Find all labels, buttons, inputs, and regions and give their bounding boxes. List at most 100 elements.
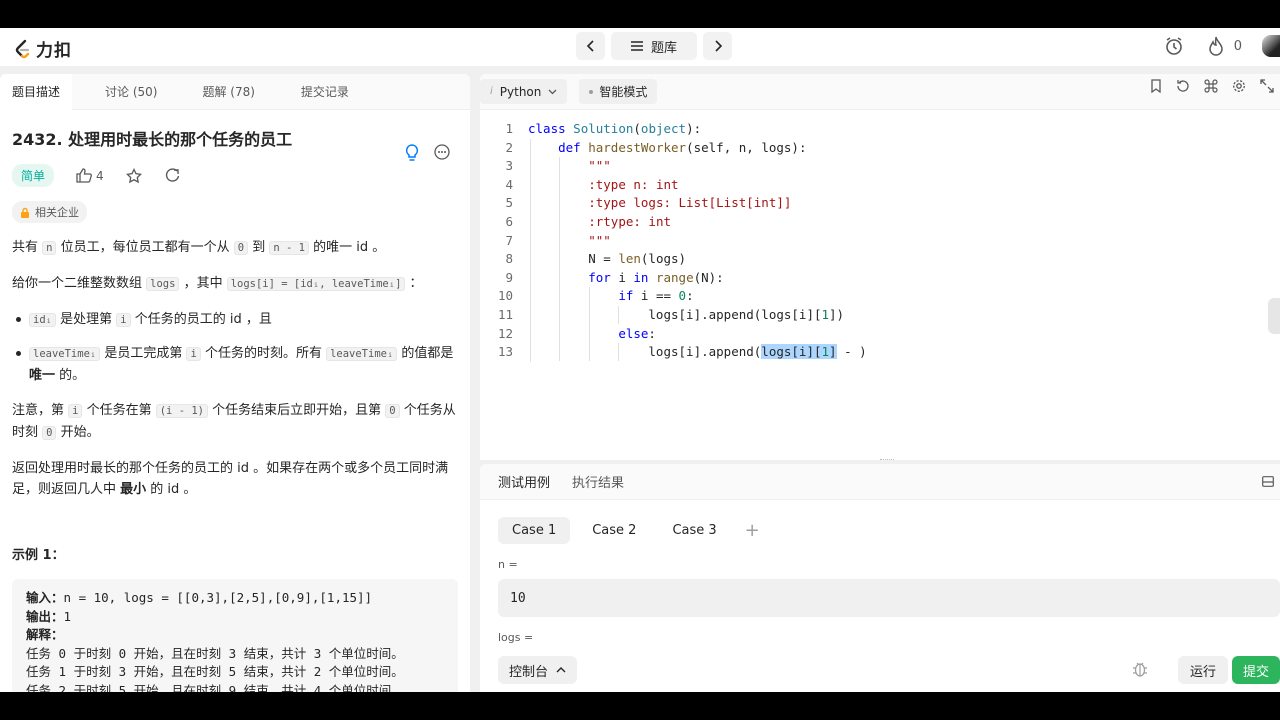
example-box: 输入：n = 10, logs = [[0,3],[2,5],[0,9],[1,… — [12, 579, 458, 692]
like-button[interactable]: 4 — [76, 168, 104, 183]
problem-nav: 题库 — [576, 32, 732, 60]
flame-icon — [1208, 36, 1223, 56]
tab-discussion[interactable]: 讨论 (50) — [105, 74, 157, 110]
shortcut-icon[interactable] — [1204, 79, 1218, 93]
code-line: 11 logs[i].append(logs[i][1]) — [480, 306, 1280, 325]
scrollbar-handle[interactable] — [1268, 298, 1280, 334]
difficulty-badge: 简单 — [12, 164, 55, 187]
line-number: 8 — [505, 251, 513, 267]
panel-layout-icon[interactable] — [1262, 476, 1274, 487]
line-number: 12 — [497, 325, 513, 341]
example-line: 任务 2 于时刻 5 开始，且在时刻 9 结束，共计 4 个单位时间。 — [26, 682, 404, 693]
code-text: :type logs: List[List[int]] — [588, 195, 792, 211]
chevron-up-icon — [556, 667, 566, 673]
tab-submissions[interactable]: 提交记录 — [301, 74, 349, 110]
streak-counter[interactable]: 0 — [1208, 32, 1242, 60]
tab-description[interactable]: 题目描述 — [0, 74, 73, 110]
reset-icon[interactable] — [1176, 79, 1190, 93]
logo-text: 力扣 — [36, 41, 72, 61]
case-tab-1[interactable]: Case 1 — [498, 517, 571, 544]
desc-paragraph-3: 注意，第 i 个任务在第 (i - 1) 个任务结束后立即开始，且第 0 个任务… — [12, 403, 456, 440]
code-line: 2 def hardestWorker(self, n, logs): — [480, 139, 1280, 158]
leetcode-logo-icon — [15, 39, 30, 58]
submit-button[interactable]: 提交 — [1232, 656, 1280, 684]
language-label: Python — [499, 84, 542, 99]
lightbulb-icon[interactable] — [404, 144, 420, 162]
desc-bullet-2: leaveTimeᵢ 是员工完成第 i 个任务的时刻。所有 leaveTimeᵢ… — [12, 343, 458, 386]
tab-results[interactable]: 执行结果 — [550, 464, 624, 500]
case-tab-2[interactable]: Case 2 — [578, 517, 650, 544]
mode-label: 智能模式 — [599, 85, 648, 99]
line-number: 7 — [505, 232, 513, 248]
settings-gear-icon[interactable] — [1232, 79, 1246, 93]
case-tab-3[interactable]: Case 3 — [658, 517, 730, 544]
more-options-icon[interactable] — [434, 144, 450, 160]
logo[interactable]: 力扣 — [14, 36, 72, 61]
code-line: 8 N = len(logs) — [480, 250, 1280, 269]
streak-count: 0 — [1233, 38, 1242, 54]
code-text: else: — [618, 325, 656, 341]
line-number: 1 — [505, 121, 513, 136]
console-toggle-button[interactable]: 控制台 — [498, 656, 578, 684]
run-button[interactable]: 运行 — [1178, 656, 1228, 684]
line-number: 11 — [497, 306, 513, 322]
line-number: 13 — [497, 344, 513, 360]
line-number: 10 — [497, 288, 513, 304]
example-line: 任务 0 于时刻 0 开始，且在时刻 3 结束，共计 3 个单位时间。 — [26, 645, 404, 661]
code-text: """ — [588, 158, 611, 174]
star-icon[interactable] — [125, 167, 142, 184]
code-line: 13 logs[i].append(logs[i][1] - ) — [480, 343, 1280, 362]
line-number: 2 — [505, 139, 513, 155]
case-tabs: Case 1 Case 2 Case 3 + — [498, 517, 1280, 544]
add-case-icon[interactable]: + — [745, 520, 760, 541]
problem-meta: 简单 4 — [12, 164, 458, 187]
desc-paragraph-4: 返回处理用时最长的那个任务的员工的 id 。如果存在两个或多个员工同时满足，则返… — [12, 461, 449, 497]
timer-button[interactable] — [1160, 32, 1188, 60]
code-text: N = len(logs) — [528, 251, 687, 267]
editor-tools — [1150, 79, 1274, 93]
language-select[interactable]: i Python — [480, 79, 568, 104]
lock-icon — [21, 207, 29, 218]
tab-solutions[interactable]: 题解 (78) — [202, 74, 254, 110]
example-heading: 示例 1： — [12, 548, 65, 563]
smart-mode-toggle[interactable]: 智能模式 — [579, 79, 658, 104]
example-explanation-label: 解释： — [26, 627, 64, 642]
expand-icon[interactable] — [1260, 79, 1274, 93]
company-tag-button[interactable]: 相关企业 — [12, 201, 87, 223]
code-text: def hardestWorker(self, n, logs): — [558, 139, 807, 155]
app-frame: 力扣 题库 0 题目描述 讨论 (50) 题解 (78) 提交记录 2432. … — [0, 28, 1280, 692]
code-text: :type n: int — [588, 176, 679, 192]
description-content: 2432. 处理用时最长的那个任务的员工 简单 4 相关企业 共有 n 位员工，… — [0, 126, 470, 692]
example-output: 输出：1 — [26, 608, 72, 624]
code-text: for i in range(N): — [588, 269, 724, 285]
bookmark-icon[interactable] — [1150, 79, 1162, 93]
desc-paragraph-1: 共有 n 位员工，每位员工都有一个从 0 到 n - 1 的唯一 id 。 — [12, 240, 386, 255]
description-panel: 题目描述 讨论 (50) 题解 (78) 提交记录 2432. 处理用时最长的那… — [0, 74, 470, 692]
code-line: 9 for i in range(N): — [480, 269, 1280, 288]
desc-paragraph-2: 给你一个二维整数数组 logs ，其中 logs[i] = [idᵢ, leav… — [12, 276, 423, 291]
param-label-logs: logs = — [498, 631, 534, 644]
problem-title: 2432. 处理用时最长的那个任务的员工 — [12, 130, 293, 149]
param-label-n: n = — [498, 558, 518, 571]
title-icons — [404, 144, 450, 162]
param-input-n[interactable]: 10 — [498, 579, 1280, 617]
prev-problem-button[interactable] — [576, 32, 605, 60]
next-problem-button[interactable] — [703, 32, 732, 60]
mode-dot-icon — [589, 89, 594, 94]
problem-list-button[interactable]: 题库 — [611, 32, 697, 60]
share-icon[interactable] — [164, 167, 180, 184]
code-text: logs[i].append(logs[i][1] - ) — [528, 344, 867, 360]
desc-bullet-1: idᵢ 是处理第 i 个任务的员工的 id ，且 — [12, 309, 458, 331]
vertical-splitter[interactable] — [470, 74, 480, 692]
code-editor-panel: i Python 智能模式 1 class Solution(object): … — [480, 74, 1280, 460]
code-area[interactable]: 1 class Solution(object): 2 def hardestWo… — [480, 120, 1280, 362]
chevron-right-icon — [714, 40, 722, 52]
line-number: 6 — [505, 213, 513, 229]
debug-bug-icon[interactable] — [1132, 660, 1148, 678]
avatar[interactable] — [1262, 35, 1280, 57]
horizontal-splitter[interactable] — [880, 459, 894, 461]
tab-testcases[interactable]: 测试用例 — [480, 464, 550, 500]
line-number: 4 — [505, 176, 513, 192]
code-line: 6 :rtype: int — [480, 213, 1280, 232]
code-text: logs[i].append(logs[i][1]) — [528, 306, 845, 322]
